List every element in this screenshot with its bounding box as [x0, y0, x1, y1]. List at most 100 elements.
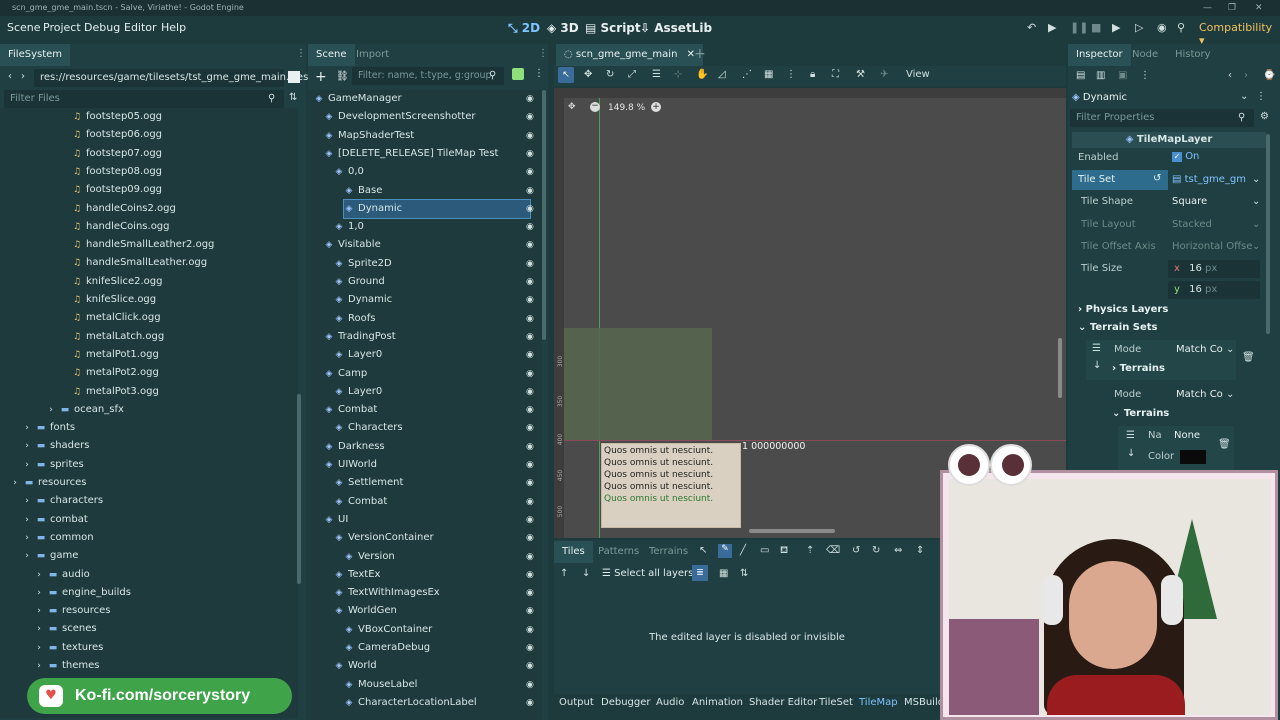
property-settings-icon[interactable]: ⚙ — [1260, 111, 1269, 122]
movie-maker-icon[interactable]: ◉ — [1157, 21, 1167, 34]
scene-node[interactable]: ◈ Settlement — [334, 474, 404, 492]
tab-import[interactable]: Import — [348, 44, 397, 66]
menu-help[interactable]: Help — [161, 21, 186, 34]
path-field[interactable]: res://resources/game/tilesets/tst_gme_gm… — [34, 69, 308, 87]
folder-item[interactable]: › ▬ audio — [34, 566, 90, 584]
visibility-icon[interactable]: ◉ — [526, 661, 534, 671]
scene-node[interactable]: ◈ Combat — [334, 493, 388, 511]
transform-icon[interactable]: ✈ — [880, 69, 888, 80]
chevron-down-icon[interactable]: ⌄ — [1240, 91, 1248, 102]
tab-debugger[interactable]: Debugger — [601, 697, 651, 708]
visibility-icon[interactable]: ◉ — [526, 277, 534, 287]
pivot-icon[interactable]: ⊹ — [674, 69, 682, 80]
remote-debug-icon[interactable]: ↶ — [1027, 21, 1036, 34]
visibility-icon[interactable]: ◉ — [526, 698, 534, 708]
file-item[interactable]: ♫ handleCoins.ogg — [58, 218, 170, 236]
expand-arrow-icon[interactable]: › — [34, 584, 44, 602]
resource-menu-icon[interactable]: ⋮ — [1140, 70, 1150, 81]
visibility-icon[interactable]: ◉ — [526, 552, 534, 562]
scene-scrollbar[interactable] — [542, 90, 546, 340]
line-tool-icon[interactable]: ╱ — [740, 545, 746, 556]
menu-scene[interactable]: Scene — [7, 21, 41, 34]
folder-item[interactable]: › ▬ common — [22, 529, 93, 547]
scene-node[interactable]: ◈ WorldGen — [334, 602, 397, 620]
visibility-icon[interactable]: ◉ — [526, 112, 534, 122]
history-back-icon[interactable]: ‹ — [1228, 70, 1232, 81]
tab-tilemap[interactable]: TileMap — [859, 697, 898, 708]
scene-node[interactable]: ◈ Darkness — [324, 438, 385, 456]
dock-menu-icon[interactable]: ⋮ — [296, 48, 306, 59]
new-resource-icon[interactable]: ▤ — [1076, 70, 1085, 81]
visibility-icon[interactable]: ◉ — [526, 570, 534, 580]
folder-item[interactable]: › ▬ combat — [22, 511, 88, 529]
file-item[interactable]: ♫ footstep06.ogg — [58, 126, 162, 144]
tab-output[interactable]: Output — [559, 697, 594, 708]
visibility-icon[interactable]: ◉ — [526, 295, 534, 305]
close-window-icon[interactable]: ✕ — [1255, 0, 1263, 16]
object-selector[interactable]: ◈ Dynamic — [1072, 89, 1254, 107]
open-resource-icon[interactable]: ▥ — [1096, 70, 1105, 81]
scene-dock-options-icon[interactable]: ⋮ — [534, 68, 544, 79]
tab-shader-editor[interactable]: Shader Editor — [749, 697, 817, 708]
scene-node[interactable]: ◈ Ground — [334, 273, 385, 291]
visibility-icon[interactable]: ◉ — [526, 625, 534, 635]
scene-node[interactable]: ◈ Base — [344, 182, 383, 200]
expand-arrow-icon[interactable]: › — [22, 529, 32, 547]
tileset-resource[interactable]: ▤ tst_gme_gm — [1172, 174, 1246, 185]
expand-arrow-icon[interactable]: › — [22, 511, 32, 529]
expand-arrow-icon[interactable]: › — [22, 437, 32, 455]
smart-snap-icon[interactable]: ⋰ — [742, 69, 752, 80]
visibility-icon[interactable]: ◉ — [526, 643, 534, 653]
scene-node[interactable]: ◈ 1,0 — [334, 218, 364, 236]
paint-tool-icon[interactable]: ✎ — [718, 544, 732, 558]
mode-select[interactable]: Match Co — [1176, 344, 1223, 355]
minimize-icon[interactable]: — — [1203, 0, 1212, 16]
physics-layers-section[interactable]: › Physics Layers — [1078, 304, 1168, 315]
workspace-2d-button[interactable]: ⤡ 2D — [508, 21, 540, 36]
split-mode-icon[interactable] — [288, 71, 300, 83]
file-item[interactable]: ♫ footstep09.ogg — [58, 181, 162, 199]
folder-item[interactable]: › ▬ fonts — [22, 419, 75, 437]
flip-h-icon[interactable]: ⇔ — [894, 545, 902, 556]
expand-arrow-icon[interactable]: › — [34, 657, 44, 675]
zoom-level[interactable]: 149.8 % — [608, 103, 645, 113]
stop-icon[interactable]: ■ — [1091, 21, 1101, 34]
file-item[interactable]: ♫ footstep07.ogg — [58, 145, 162, 163]
visibility-icon[interactable]: ◉ — [526, 423, 534, 433]
group-icon[interactable]: ⛶ — [832, 69, 839, 80]
back-icon[interactable]: ‹ — [8, 71, 12, 82]
terrains-section[interactable]: › Terrains — [1112, 363, 1165, 374]
menu-project[interactable]: Project — [43, 21, 81, 34]
scene-node[interactable]: ◈ Version — [344, 548, 395, 566]
drag-handle-icon[interactable]: ☰ — [1092, 343, 1101, 354]
color-swatch[interactable] — [1180, 450, 1206, 464]
file-item[interactable]: ♫ metalClick.ogg — [58, 309, 161, 327]
picker-tool-icon[interactable]: ⇡ — [806, 545, 814, 556]
save-resource-icon[interactable]: ▣ — [1118, 70, 1127, 81]
chevron-down-icon[interactable]: ⌄ — [1252, 196, 1260, 207]
scene-node[interactable]: ◈ Dynamic — [343, 198, 531, 219]
expand-arrow-icon[interactable]: › — [34, 602, 44, 620]
lock-icon[interactable]: 🔒︎ — [810, 69, 815, 80]
move-down-icon[interactable]: ↓ — [1093, 360, 1101, 371]
search-help-icon[interactable]: ⚲ — [1177, 21, 1185, 34]
tab-audio[interactable]: Audio — [656, 697, 684, 708]
tab-history[interactable]: History — [1167, 44, 1219, 66]
inspector-scrollbar[interactable] — [1266, 134, 1270, 334]
attach-script-icon[interactable] — [512, 68, 524, 80]
tab-tileset[interactable]: TileSet — [819, 697, 853, 708]
tile-offset-axis-select[interactable]: Horizontal Offse — [1172, 241, 1252, 252]
chevron-down-icon[interactable]: ⌄ — [1252, 219, 1260, 230]
expand-arrow-icon[interactable]: › — [10, 474, 20, 492]
folder-item[interactable]: › ▬ themes — [34, 657, 99, 675]
file-item[interactable]: ♫ handleCoins2.ogg — [58, 200, 176, 218]
zoom-out-icon[interactable]: − — [590, 102, 600, 112]
scale-mode-icon[interactable]: ⤢ — [628, 69, 636, 80]
visibility-icon[interactable]: ◉ — [526, 515, 534, 525]
eraser-tool-icon[interactable]: ⌫ — [826, 545, 840, 556]
folder-item[interactable]: › ▬ shaders — [22, 437, 89, 455]
tab-animation[interactable]: Animation — [692, 697, 743, 708]
maximize-icon[interactable]: ❐ — [1228, 0, 1236, 16]
viewport-h-scrollbar[interactable] — [749, 529, 835, 533]
terrains-section[interactable]: ⌄ Terrains — [1112, 408, 1169, 419]
